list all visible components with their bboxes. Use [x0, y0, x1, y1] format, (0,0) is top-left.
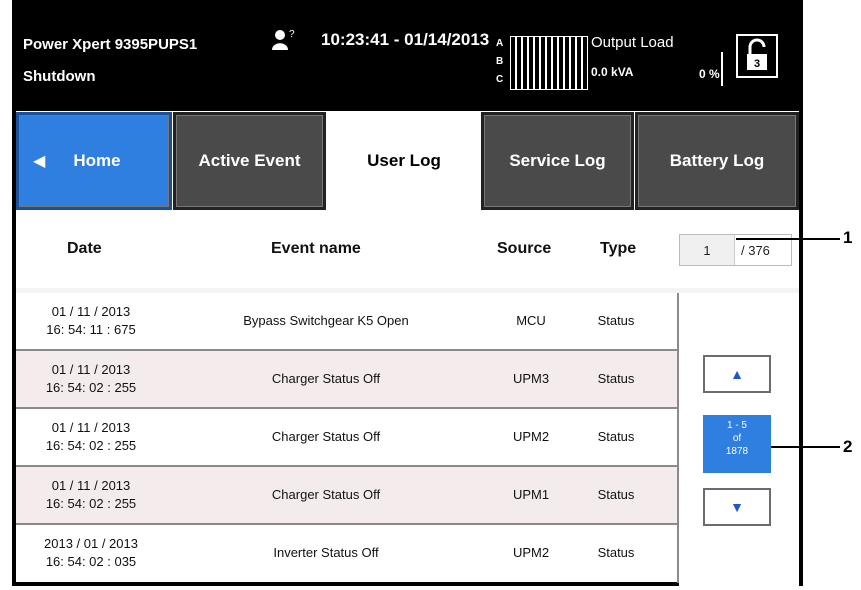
column-source: Source [497, 240, 552, 257]
row-date: 01 / 11 / 2013 [51, 478, 131, 493]
row-source: UPM3 [512, 371, 550, 386]
table-header: Date Event name Source Type 1 / 376 [16, 212, 799, 288]
unlock-icon[interactable]: 3 [736, 34, 778, 78]
table-row[interactable]: 01 / 11 / 2013 16: 54: 02 : 255 Charger S… [16, 409, 679, 467]
callout-2: 2 [843, 437, 853, 456]
column-date: Date [67, 240, 102, 257]
triangle-down-icon: ▼ [730, 499, 744, 515]
output-percent: 0 % [699, 67, 720, 81]
row-event: Inverter Status Off [273, 545, 379, 560]
row-source: MCU [516, 313, 546, 328]
clock: 10:23:41 - 01/14/2013 [321, 30, 490, 49]
tab-home-label: Home [73, 151, 121, 170]
scroll-panel: ▲ 1 - 5 of 1878 ▼ [679, 293, 799, 586]
phase-b-label: B [496, 56, 504, 67]
output-load-label: Output Load [591, 34, 674, 51]
user-level-icon[interactable]: ? [271, 28, 297, 52]
triangle-left-icon: ◀ [33, 153, 46, 170]
range-span: 1 - 5 [726, 420, 747, 431]
status-bar: Power Xpert 9395PUPS1 Shutdown ? 10:23:4… [16, 0, 799, 111]
tab-battery-log[interactable]: Battery Log [635, 112, 799, 210]
tab-active-event[interactable]: Active Event [173, 112, 326, 210]
page-total: / 376 [741, 242, 770, 258]
load-bargraph [510, 36, 588, 90]
row-type: Status [597, 487, 635, 502]
page-current[interactable]: 1 [680, 235, 735, 265]
row-type: Status [597, 371, 635, 386]
callout-1: 1 [843, 228, 853, 247]
range-indicator: 1 - 5 of 1878 [703, 415, 771, 473]
column-type: Type [600, 240, 637, 257]
svg-text:?: ? [289, 29, 295, 40]
tab-user-log[interactable]: User Log [328, 112, 480, 210]
callout-line-1 [736, 238, 840, 240]
row-event: Charger Status Off [271, 371, 381, 386]
tab-bar: ◀ Home Active Event User Log Service Log… [16, 111, 799, 212]
row-date: 01 / 11 / 2013 [51, 304, 131, 319]
ups-model: Power Xpert 9395PUPS1 [23, 36, 198, 53]
table-row[interactable]: 2013 / 01 / 2013 16: 54: 02 : 035 Inverte… [16, 525, 679, 583]
tab-home[interactable]: ◀ Home [16, 112, 172, 210]
percent-divider [721, 52, 723, 86]
row-time: 16: 54: 02 : 255 [45, 380, 137, 395]
row-source: UPM2 [512, 545, 550, 560]
row-date: 01 / 11 / 2013 [51, 420, 131, 435]
ups-state: Shutdown [23, 68, 96, 85]
table-row[interactable]: 01 / 11 / 2013 16: 54: 11 : 675 Bypass Sw… [16, 293, 679, 351]
row-source: UPM1 [512, 487, 550, 502]
table-row[interactable]: 01 / 11 / 2013 16: 54: 02 : 255 Charger S… [16, 467, 679, 525]
row-event: Bypass Switchgear K5 Open [243, 313, 409, 328]
table-row[interactable]: 01 / 11 / 2013 16: 54: 02 : 255 Charger S… [16, 351, 679, 409]
row-time: 16: 54: 02 : 035 [45, 554, 137, 569]
tab-service-log[interactable]: Service Log [481, 112, 634, 210]
row-time: 16: 54: 02 : 255 [45, 496, 137, 511]
column-event: Event name [271, 240, 361, 257]
output-kva: 0.0 kVA [591, 65, 634, 79]
range-total: 1878 [725, 446, 749, 457]
row-type: Status [597, 545, 635, 560]
row-time: 16: 54: 11 : 675 [46, 322, 136, 337]
row-date: 01 / 11 / 2013 [51, 362, 131, 377]
row-source: UPM2 [512, 429, 550, 444]
scroll-up-button[interactable]: ▲ [703, 355, 771, 393]
row-time: 16: 54: 02 : 255 [45, 438, 137, 453]
row-event: Charger Status Off [271, 487, 381, 502]
svg-text:3: 3 [754, 58, 760, 70]
phase-c-label: C [496, 74, 504, 85]
row-type: Status [597, 429, 635, 444]
scroll-down-button[interactable]: ▼ [703, 488, 771, 526]
range-of: of [732, 433, 742, 444]
row-type: Status [597, 313, 635, 328]
callout-line-2 [771, 446, 840, 448]
row-event: Charger Status Off [271, 429, 381, 444]
triangle-up-icon: ▲ [730, 366, 744, 382]
phase-a-label: A [496, 38, 504, 49]
row-date: 2013 / 01 / 2013 [44, 536, 138, 551]
